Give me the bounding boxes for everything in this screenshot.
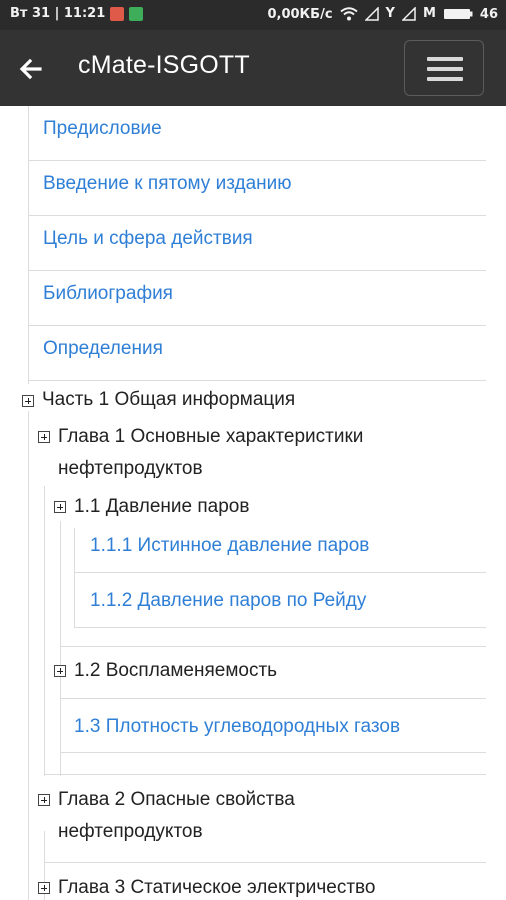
app-bar: cMate-ISGOTT bbox=[0, 30, 506, 106]
tree-guide-line bbox=[28, 106, 29, 384]
expand-toggle-chapter2[interactable] bbox=[38, 794, 50, 806]
row-divider bbox=[44, 774, 486, 775]
network-speed: 0,00КБ/с bbox=[267, 6, 333, 22]
tree-guide-line bbox=[74, 528, 75, 628]
row-divider bbox=[60, 646, 486, 647]
toc-content: Предисловие Введение к пятому изданию Це… bbox=[0, 106, 506, 900]
row-divider bbox=[60, 752, 486, 753]
row-divider bbox=[60, 698, 486, 699]
toc-link-section-1-1-1[interactable]: 1.1.1 Истинное давление паров bbox=[90, 535, 369, 557]
expand-toggle-chapter3[interactable] bbox=[38, 882, 50, 894]
toc-item-label: Цель и сфера действия bbox=[43, 228, 253, 249]
arrow-left-icon bbox=[19, 58, 42, 80]
hamburger-line bbox=[427, 77, 463, 81]
toc-item-purpose[interactable]: Цель и сфера действия bbox=[28, 216, 486, 271]
toc-item-preface[interactable]: Предисловие bbox=[28, 106, 486, 161]
tree-guide-line bbox=[44, 486, 45, 776]
expand-toggle-chapter1[interactable] bbox=[38, 431, 50, 443]
toc-node-chapter3[interactable]: Глава 3 Статическое электричество bbox=[58, 872, 375, 900]
tree-guide-line bbox=[60, 521, 61, 776]
battery-icon bbox=[443, 9, 473, 19]
signal-icon bbox=[364, 7, 379, 21]
back-button[interactable] bbox=[14, 54, 50, 84]
status-bar: Вт 31 | 11:21 0,00КБ/с Y M 46 bbox=[0, 0, 506, 30]
menu-button[interactable] bbox=[404, 40, 484, 96]
expand-toggle-section-1-2[interactable] bbox=[54, 665, 66, 677]
m-label: M bbox=[422, 6, 436, 21]
carrier-label: Y bbox=[385, 6, 395, 21]
tree-guide-line bbox=[28, 411, 29, 900]
toc-link-section-1-3[interactable]: 1.3 Плотность углеводородных газов bbox=[74, 716, 400, 738]
battery-level: 46 bbox=[479, 6, 498, 22]
hamburger-menu-icon bbox=[427, 57, 463, 61]
chapter2-title-line1: Глава 2 Опасные свойства bbox=[58, 789, 295, 810]
toc-node-section-1-1[interactable]: 1.1 Давление паров bbox=[74, 491, 249, 523]
expand-toggle-section-1-1[interactable] bbox=[54, 501, 66, 513]
hamburger-line bbox=[427, 67, 463, 71]
toc-item-definitions[interactable]: Определения bbox=[28, 326, 486, 381]
row-divider bbox=[74, 572, 486, 573]
row-divider bbox=[44, 862, 486, 863]
toc-node-chapter2[interactable]: Глава 2 Опасные свойства нефтепродуктов bbox=[58, 784, 478, 848]
toc-node-section-1-2[interactable]: 1.2 Воспламеняемость bbox=[74, 655, 277, 687]
toc-node-chapter1[interactable]: Глава 1 Основные характеристики нефтепро… bbox=[58, 421, 478, 485]
chapter1-title-line2: нефтепродуктов bbox=[58, 458, 203, 479]
row-divider bbox=[74, 627, 486, 628]
status-datetime: Вт 31 | 11:21 bbox=[10, 6, 106, 21]
toc-item-bibliography[interactable]: Библиография bbox=[28, 271, 486, 326]
chapter1-title-line1: Глава 1 Основные характеристики bbox=[58, 426, 364, 447]
toc-item-introduction[interactable]: Введение к пятому изданию bbox=[28, 161, 486, 216]
toc-item-label: Определения bbox=[43, 338, 163, 359]
notification-green-icon bbox=[129, 6, 144, 21]
signal-icon bbox=[401, 7, 416, 21]
toc-node-part1[interactable]: Часть 1 Общая информация bbox=[42, 384, 295, 416]
toc-item-label: Библиография bbox=[43, 283, 173, 304]
toc-item-label: Предисловие bbox=[43, 118, 162, 139]
app-title: cMate-ISGOTT bbox=[78, 51, 250, 79]
notification-red-icon bbox=[110, 6, 125, 21]
chapter2-title-line2: нефтепродуктов bbox=[58, 821, 203, 842]
expand-toggle-part1[interactable] bbox=[22, 395, 34, 407]
toc-link-section-1-1-2[interactable]: 1.1.2 Давление паров по Рейду bbox=[90, 590, 366, 612]
wifi-icon bbox=[339, 7, 358, 21]
toc-item-label: Введение к пятому изданию bbox=[43, 173, 292, 194]
